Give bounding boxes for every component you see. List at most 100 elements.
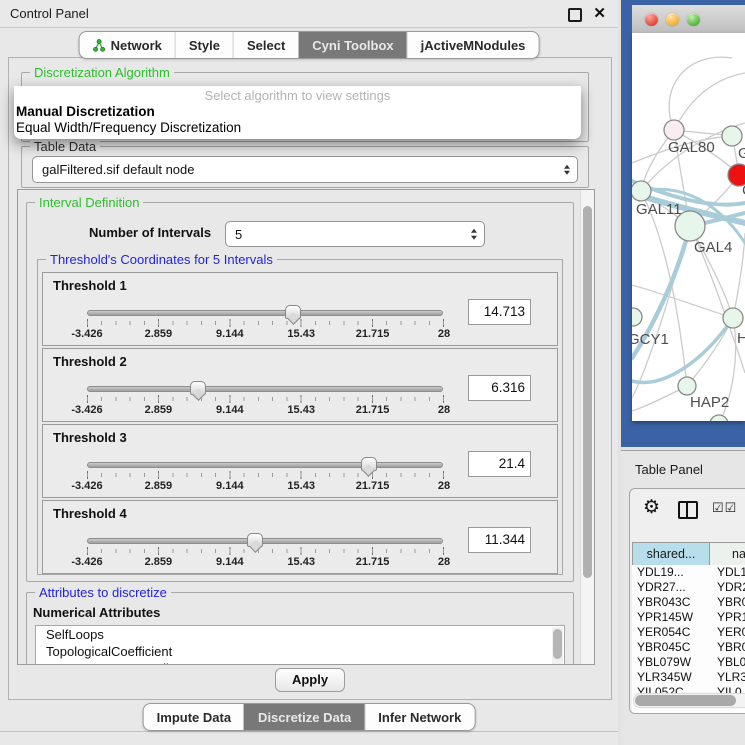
slider-track[interactable]: [87, 310, 443, 316]
tab-cyni-toolbox[interactable]: Cyni Toolbox: [298, 32, 406, 58]
threshold-2-handle[interactable]: [190, 381, 206, 395]
table-row[interactable]: YER054CYER0: [632, 625, 745, 640]
network-canvas[interactable]: GAL80GACGAL11GAL4GCY1HHAP2: [632, 33, 745, 421]
tick-label: 15.43: [287, 404, 315, 416]
threshold-3-handle[interactable]: [361, 457, 377, 471]
network-edge: [669, 57, 732, 130]
threshold-1-panel: Threshold 1-3.4262.8599.14415.4321.71528…: [42, 272, 558, 346]
list-scrollbar[interactable]: [552, 627, 563, 665]
threshold-1-value[interactable]: 14.713: [468, 299, 531, 325]
gear-icon[interactable]: ⚙: [643, 497, 660, 519]
cell-shared-name: YBL079W: [632, 655, 708, 670]
tick-marks: [87, 547, 444, 555]
table-row[interactable]: YDL19...YDL1: [632, 565, 745, 580]
tick-label: 15.43: [287, 556, 315, 568]
threshold-2-value[interactable]: 6.316: [468, 375, 531, 401]
table-row[interactable]: YBL079WYBL0: [632, 655, 745, 670]
minor-ticks: [87, 397, 444, 401]
table-panel-window: Table Panel ⚙ ☑☑ shared... na YDL19...YD…: [621, 450, 745, 745]
number-of-intervals-spinner[interactable]: 5: [225, 221, 485, 247]
node-gcy1[interactable]: [632, 308, 642, 326]
tick-label: 9.144: [216, 480, 244, 492]
tick-label: 21.715: [356, 328, 390, 340]
float-window-icon[interactable]: [568, 8, 582, 22]
threshold-2-panel: Threshold 2-3.4262.8599.14415.4321.71528…: [42, 348, 558, 422]
top-tabbar: NetworkStyle Select Cyni Toolbox jActiveMNo…: [79, 31, 540, 59]
node-gal11[interactable]: [632, 181, 651, 201]
node-unlabeled[interactable]: [710, 415, 728, 421]
horizontal-scrollbar[interactable]: [633, 693, 745, 708]
stepper-arrows-icon[interactable]: [564, 164, 570, 175]
horizontal-scrollbar-thumb[interactable]: [635, 695, 736, 706]
threshold-3-slider[interactable]: -3.4262.8599.14415.4321.71528: [87, 457, 443, 491]
network-view-window: GAL80GACGAL11GAL4GCY1HHAP2: [621, 0, 745, 447]
threshold-4-value[interactable]: 11.344: [468, 527, 531, 553]
tick-label: 2.859: [145, 404, 173, 416]
tab-style[interactable]: Style: [175, 32, 233, 58]
table-data-combobox[interactable]: galFiltered.sif default node: [32, 156, 578, 183]
threshold-4-slider[interactable]: -3.4262.8599.14415.4321.71528: [87, 533, 443, 567]
column-header-name[interactable]: na: [710, 543, 745, 565]
checkbox-icons[interactable]: ☑☑: [712, 500, 737, 516]
vertical-scrollbar-thumb[interactable]: [583, 206, 592, 578]
threshold-4-handle[interactable]: [247, 533, 263, 547]
column-header-shared[interactable]: shared...: [632, 543, 710, 565]
node-gal80[interactable]: [664, 120, 684, 140]
network-graph: GAL80GACGAL11GAL4GCY1HHAP2: [632, 33, 745, 421]
column-layout-icon[interactable]: [678, 501, 698, 519]
tab-network[interactable]: Network: [80, 32, 175, 58]
node-ga[interactable]: [722, 126, 742, 146]
zoom-traffic-light-icon[interactable]: [687, 13, 700, 26]
threshold-3-panel: Threshold 3-3.4262.8599.14415.4321.71528…: [42, 424, 558, 498]
close-traffic-light-icon[interactable]: [645, 13, 658, 26]
node-hap2[interactable]: [678, 377, 696, 395]
vertical-scrollbar[interactable]: [580, 190, 594, 664]
table-row[interactable]: YBR045CYBR0: [632, 640, 745, 655]
interval-definition-group: Interval Definition Number of Intervals …: [26, 202, 574, 582]
threshold-1-handle[interactable]: [285, 305, 301, 319]
tab-label: jActiveMNodules: [421, 38, 526, 53]
table-row[interactable]: YPR145WYPR1: [632, 610, 745, 625]
attribute-item-topologicalcoefficient[interactable]: TopologicalCoefficient: [36, 643, 564, 660]
tab-infer-network[interactable]: Infer Network: [364, 704, 474, 730]
tick-label: 9.144: [216, 328, 244, 340]
node-gal4[interactable]: [675, 211, 705, 241]
slider-track[interactable]: [87, 386, 443, 392]
minimize-traffic-light-icon[interactable]: [666, 13, 679, 26]
cell-name: YDR2: [708, 580, 745, 595]
table-row[interactable]: YBR043CYBR0: [632, 595, 745, 610]
tab-jactivemnodules[interactable]: jActiveMNodules: [407, 32, 539, 58]
algorithm-option-equal-width-frequency-discretization[interactable]: Equal Width/Frequency Discretization: [14, 120, 581, 136]
tab-discretize-data[interactable]: Discretize Data: [244, 704, 364, 730]
table-data-value: galFiltered.sif default node: [42, 157, 194, 182]
tick-label: -3.426: [71, 328, 102, 340]
node-h[interactable]: [723, 308, 743, 328]
tick-label: 9.144: [216, 556, 244, 568]
bottom-tabbar: Impute DataDiscretize Data Infer Network: [143, 703, 476, 731]
slider-track[interactable]: [87, 462, 443, 468]
control-panel-titlebar: Control Panel ✕: [0, 0, 618, 28]
tab-impute-data[interactable]: Impute Data: [144, 704, 244, 730]
numerical-attributes-listbox[interactable]: SelfLoopsTopologicalCoefficientBetweenne…: [35, 625, 565, 665]
minor-ticks: [87, 549, 444, 553]
interval-definition-title: Interval Definition: [35, 195, 143, 210]
slider-track[interactable]: [87, 538, 443, 544]
algorithm-option-manual-discretization[interactable]: Manual Discretization: [14, 104, 581, 120]
list-scrollbar-thumb[interactable]: [553, 629, 562, 659]
attribute-item-selfloops[interactable]: SelfLoops: [36, 626, 564, 643]
attribute-item-betweennesscentrality[interactable]: BetweennessCentrality: [36, 660, 564, 665]
stepper-arrows-icon[interactable]: [471, 229, 477, 240]
tab-label: Infer Network: [378, 710, 461, 725]
tab-label: Select: [247, 38, 285, 53]
threshold-3-value[interactable]: 21.4: [468, 451, 531, 477]
threshold-1-slider[interactable]: -3.4262.8599.14415.4321.71528: [87, 305, 443, 339]
table-row[interactable]: YDR27...YDR2: [632, 580, 745, 595]
apply-button[interactable]: Apply: [275, 668, 345, 692]
close-icon[interactable]: ✕: [593, 5, 606, 22]
cyni-toolbox-panel: Discretization Algorithm Select algorith…: [8, 57, 612, 700]
screenshot-stage: Control Panel ✕ NetworkStyle Select Cyni T…: [0, 0, 745, 745]
threshold-2-slider[interactable]: -3.4262.8599.14415.4321.71528: [87, 381, 443, 415]
tab-select[interactable]: Select: [233, 32, 298, 58]
table-row[interactable]: YLR345WYLR3: [632, 670, 745, 685]
table-data-group-title: Table Data: [30, 139, 100, 154]
